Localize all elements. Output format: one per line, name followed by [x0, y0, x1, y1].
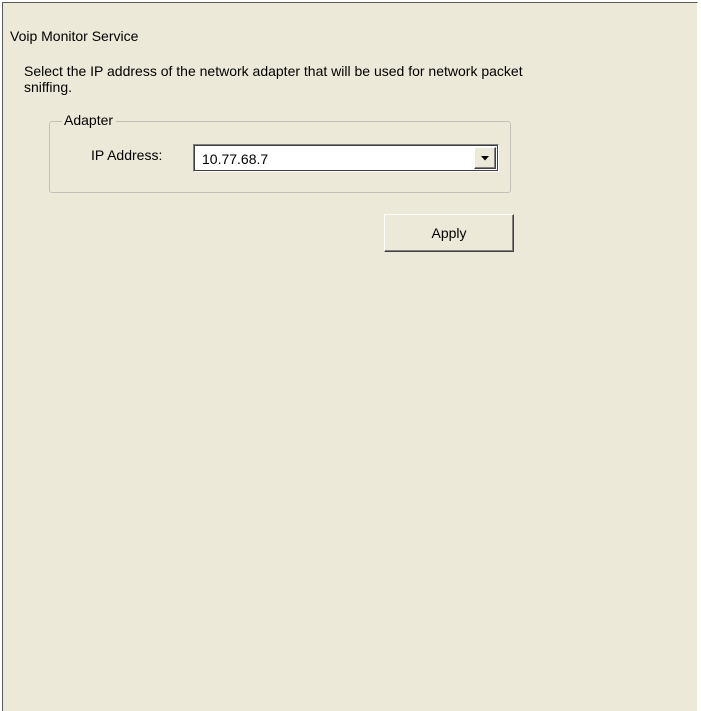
voip-monitor-settings-panel: Voip Monitor Service Select the IP addre…	[2, 2, 698, 711]
adapter-groupbox-legend: Adapter	[62, 112, 117, 128]
ip-address-value: 10.77.68.7	[202, 151, 269, 167]
service-description: Select the IP address of the network ada…	[24, 63, 523, 95]
ip-address-dropdown-button[interactable]	[474, 147, 496, 169]
ip-address-combobox[interactable]: 10.77.68.7	[193, 144, 499, 172]
service-title: Voip Monitor Service	[10, 28, 139, 44]
apply-button[interactable]: Apply	[384, 214, 514, 252]
ip-address-label: IP Address:	[91, 147, 163, 163]
chevron-down-icon	[481, 156, 489, 161]
